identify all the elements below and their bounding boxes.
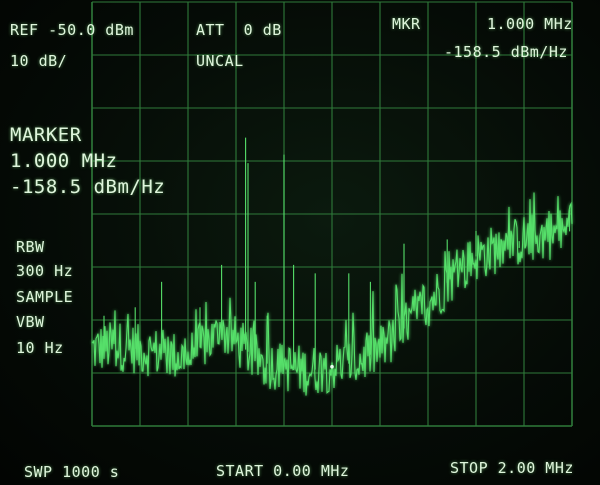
marker-level-header: -158.5 dBm/Hz (444, 43, 568, 61)
spectrum-plot (91, 1, 573, 427)
sweep-time: SWP 1000 s (24, 463, 120, 481)
detector-mode: SAMPLE (16, 288, 74, 306)
uncal-indicator: UNCAL (196, 52, 244, 70)
rbw-label: RBW (16, 238, 45, 256)
marker-frequency: 1.000 MHz (10, 150, 118, 172)
attenuation: ATT 0 dB (196, 21, 282, 39)
stop-frequency: STOP 2.00 MHz (450, 459, 574, 477)
analyzer-screen: REF -50.0 dBm ATT 0 dB MKR 1.000 MHz 10 … (0, 0, 600, 485)
scale-per-division: 10 dB/ (10, 52, 68, 70)
reference-level: REF -50.0 dBm (10, 21, 134, 39)
vbw-label: VBW (16, 313, 45, 331)
marker-point (330, 364, 334, 369)
marker-title: MARKER (10, 124, 82, 146)
marker-frequency-header: 1.000 MHz (487, 15, 573, 33)
vbw-value: 10 Hz (16, 339, 64, 357)
marker-level: -158.5 dBm/Hz (10, 176, 166, 198)
rbw-value: 300 Hz (16, 262, 74, 280)
marker-label: MKR (392, 15, 421, 33)
start-frequency: START 0.00 MHz (216, 462, 350, 480)
